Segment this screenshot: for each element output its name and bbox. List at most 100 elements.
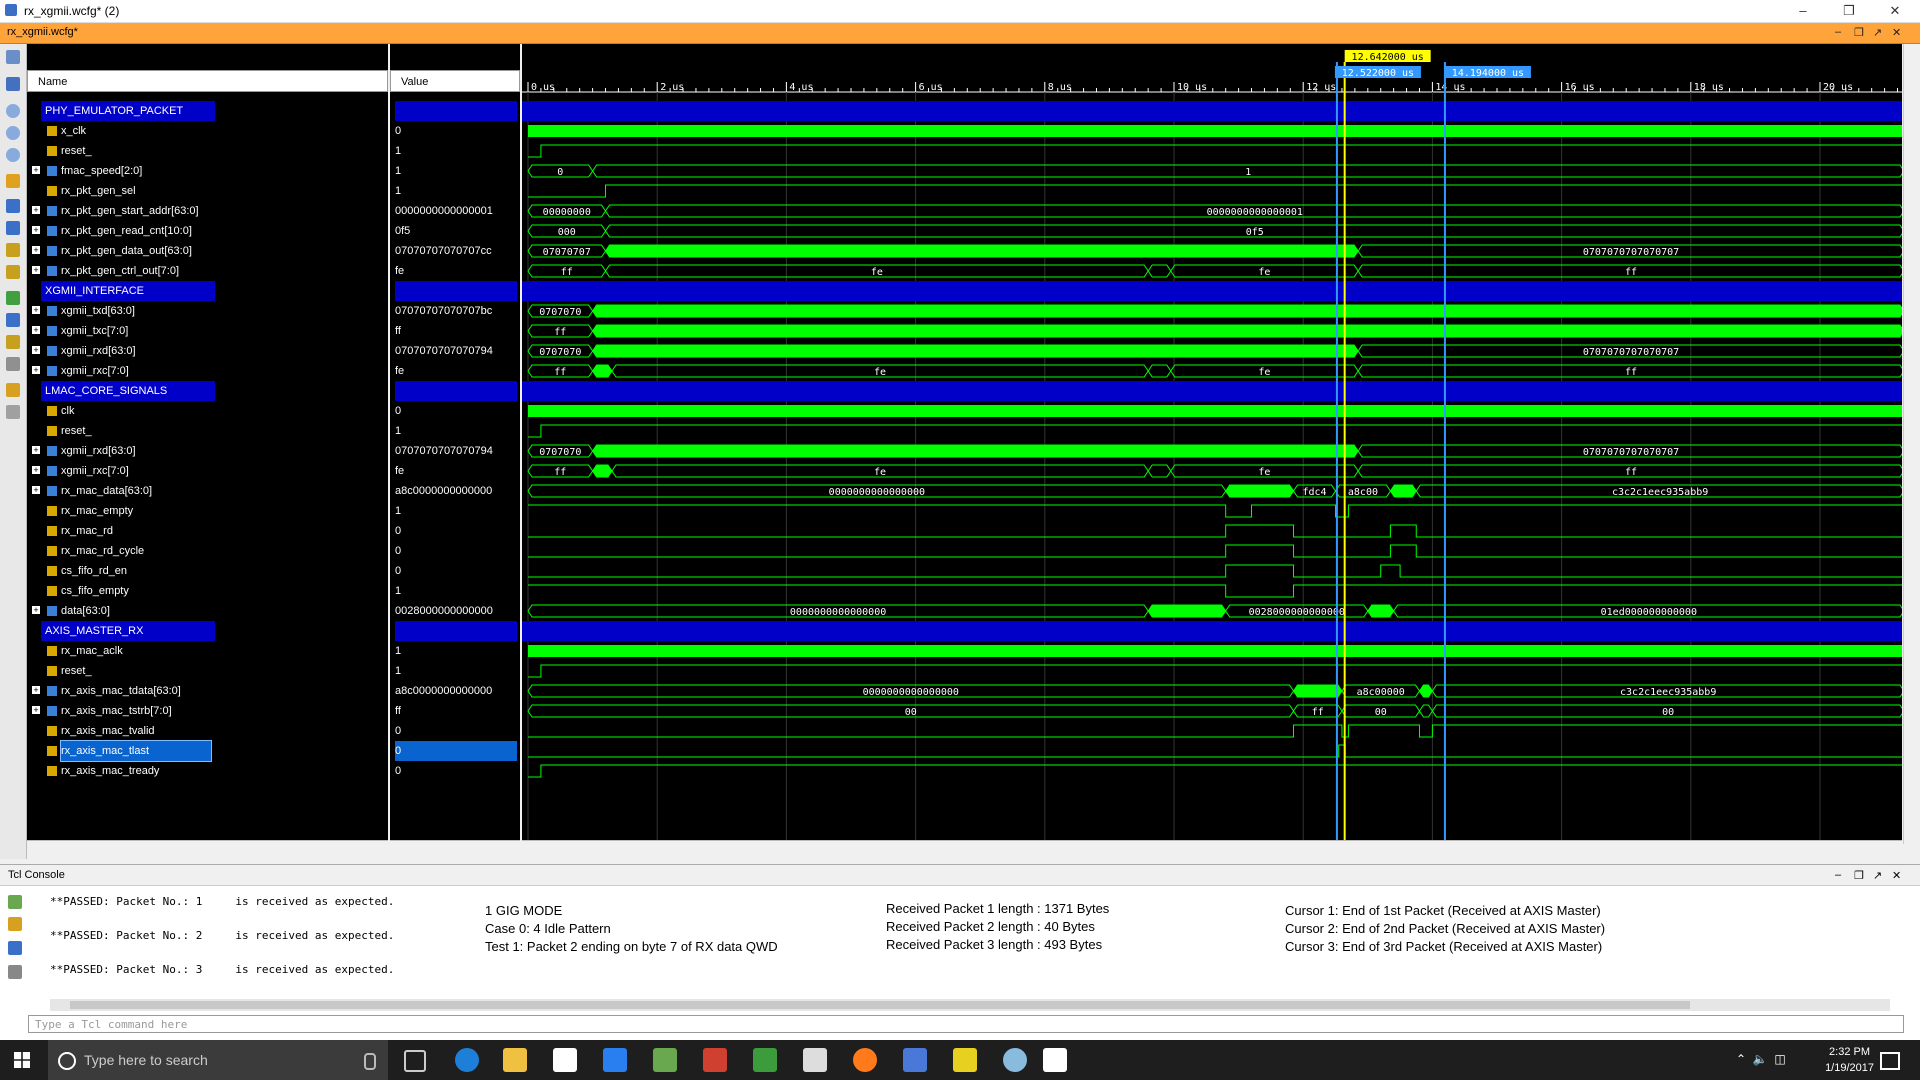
signal-group-row[interactable]: LMAC_CORE_SIGNALS xyxy=(41,381,215,401)
notifications-icon[interactable] xyxy=(1880,1052,1900,1070)
signal-row[interactable]: + xgmii_txc[7:0] xyxy=(27,321,388,341)
tcl-command-input[interactable]: Type a Tcl command here xyxy=(28,1015,1904,1033)
tripadvisor-icon[interactable] xyxy=(753,1048,777,1072)
task-view-icon[interactable] xyxy=(404,1050,426,1072)
name-panel-scrollbar[interactable] xyxy=(27,840,388,855)
signal-row[interactable]: rx_axis_mac_tlast xyxy=(27,740,388,762)
signal-row[interactable]: cs_fifo_rd_en xyxy=(27,561,388,581)
console-restore-icon[interactable]: ❐ xyxy=(1854,869,1864,882)
signal-row[interactable]: + rx_axis_mac_tstrb[7:0] xyxy=(27,701,388,721)
expand-icon[interactable]: + xyxy=(32,686,40,695)
swap-cursors-icon[interactable] xyxy=(6,357,20,371)
waveform-panel[interactable]: 0 us 2 us 4 us 6 us 8 us 10 us 12 us 14 us 16 us… xyxy=(522,44,1902,855)
console-minimize-icon[interactable]: – xyxy=(1835,869,1841,881)
expand-icon[interactable]: + xyxy=(32,206,40,215)
store-icon[interactable] xyxy=(553,1048,577,1072)
expand-icon[interactable]: + xyxy=(32,266,40,275)
signal-row[interactable]: + xgmii_rxd[63:0] xyxy=(27,441,388,461)
signal-group-row[interactable]: AXIS_MASTER_RX xyxy=(41,621,215,641)
firefox-icon[interactable] xyxy=(853,1048,877,1072)
app-icon-blue[interactable] xyxy=(903,1048,927,1072)
app-icon-green[interactable] xyxy=(653,1048,677,1072)
zoom-out-icon[interactable] xyxy=(6,126,20,140)
maximize-button[interactable]: ❐ xyxy=(1826,0,1872,22)
signal-group-row[interactable]: PHY_EMULATOR_PACKET xyxy=(41,101,215,121)
dropbox-icon[interactable] xyxy=(603,1048,627,1072)
expand-icon[interactable]: + xyxy=(32,486,40,495)
signal-row[interactable]: + data[63:0] xyxy=(27,601,388,621)
value-column-header[interactable]: Value xyxy=(390,70,520,92)
system-tray-icons[interactable]: ⌃ 🔈 ◫ xyxy=(1736,1052,1786,1066)
taskbar-clock[interactable]: 2:32 PM 1/19/2017 xyxy=(1825,1044,1874,1076)
signal-row[interactable]: rx_mac_empty xyxy=(27,501,388,521)
console-copy-icon[interactable] xyxy=(8,965,22,979)
waveform-canvas[interactable]: 0 us 2 us 4 us 6 us 8 us 10 us 12 us 14 us 16 us… xyxy=(522,44,1902,840)
signal-row[interactable]: rx_mac_aclk xyxy=(27,641,388,661)
edge-icon[interactable] xyxy=(455,1048,479,1072)
zoom-fit-icon[interactable] xyxy=(6,148,20,162)
expand-icon[interactable]: + xyxy=(32,246,40,255)
waveform-vertical-scrollbar[interactable] xyxy=(1903,44,1920,844)
expand-icon[interactable]: + xyxy=(32,326,40,335)
signal-row[interactable]: x_clk xyxy=(27,121,388,141)
expand-icon[interactable]: + xyxy=(32,466,40,475)
signal-row[interactable]: reset_ xyxy=(27,421,388,441)
marker-icon[interactable] xyxy=(6,174,20,188)
console-save-icon[interactable] xyxy=(8,895,22,909)
signal-row[interactable]: + rx_axis_mac_tdata[63:0] xyxy=(27,681,388,701)
signal-row[interactable]: rx_mac_rd_cycle xyxy=(27,541,388,561)
signal-row[interactable]: rx_axis_mac_tvalid xyxy=(27,721,388,741)
save-icon[interactable] xyxy=(6,77,20,91)
minimize-button[interactable]: – xyxy=(1780,0,1826,22)
signal-row[interactable]: + xgmii_rxd[63:0] xyxy=(27,341,388,361)
signal-row[interactable]: + rx_pkt_gen_data_out[63:0] xyxy=(27,241,388,261)
name-column-header[interactable]: Name xyxy=(27,70,388,92)
next-transition-icon[interactable] xyxy=(6,265,20,279)
signal-row[interactable]: reset_ xyxy=(27,141,388,161)
robot-icon[interactable] xyxy=(803,1048,827,1072)
console-clear-icon[interactable] xyxy=(8,917,22,931)
value-panel-scrollbar[interactable] xyxy=(390,840,520,855)
signal-row[interactable]: + rx_pkt_gen_start_addr[63:0] xyxy=(27,201,388,221)
signal-row[interactable]: cs_fifo_empty xyxy=(27,581,388,601)
signal-row[interactable]: rx_pkt_gen_sel xyxy=(27,181,388,201)
office-icon[interactable] xyxy=(703,1048,727,1072)
next-marker-icon[interactable] xyxy=(6,335,20,349)
signal-group-row[interactable]: XGMII_INTERFACE xyxy=(41,281,215,301)
close-button[interactable]: ✕ xyxy=(1872,0,1918,22)
group-icon[interactable] xyxy=(6,405,20,419)
tab-minimize-icon[interactable]: – xyxy=(1835,26,1841,38)
snap-icon[interactable] xyxy=(6,383,20,397)
signal-row[interactable]: + rx_pkt_gen_read_cnt[10:0] xyxy=(27,221,388,241)
microphone-icon[interactable] xyxy=(364,1053,376,1070)
signal-row[interactable]: + xgmii_rxc[7:0] xyxy=(27,461,388,481)
go-to-start-icon[interactable] xyxy=(6,199,20,213)
console-maximize-icon[interactable]: ↗ xyxy=(1873,869,1882,882)
tab-waveform[interactable]: rx_xgmii.wcfg* xyxy=(7,26,78,38)
console-scrollbar[interactable] xyxy=(50,999,1890,1011)
go-to-end-icon[interactable] xyxy=(6,221,20,235)
expand-icon[interactable]: + xyxy=(32,606,40,615)
vivado-icon[interactable] xyxy=(953,1048,977,1072)
previous-marker-icon[interactable] xyxy=(6,313,20,327)
fit-icon[interactable] xyxy=(6,50,20,64)
add-marker-icon[interactable] xyxy=(6,291,20,305)
waveform-scrollbar[interactable] xyxy=(522,840,1902,855)
signal-row[interactable]: reset_ xyxy=(27,661,388,681)
taskbar-search[interactable]: Type here to search xyxy=(48,1040,388,1080)
signal-row[interactable]: rx_mac_rd xyxy=(27,521,388,541)
expand-icon[interactable]: + xyxy=(32,346,40,355)
signal-row[interactable]: + xgmii_txd[63:0] xyxy=(27,301,388,321)
expand-icon[interactable]: + xyxy=(32,366,40,375)
expand-icon[interactable]: + xyxy=(32,226,40,235)
tab-close-icon[interactable]: ✕ xyxy=(1892,26,1901,39)
signal-row[interactable]: clk xyxy=(27,401,388,421)
signal-row[interactable]: + rx_pkt_gen_ctrl_out[7:0] xyxy=(27,261,388,281)
tab-maximize-icon[interactable]: ↗ xyxy=(1873,26,1882,39)
tab-restore-icon[interactable]: ❐ xyxy=(1854,26,1864,39)
console-close-icon[interactable]: ✕ xyxy=(1892,869,1901,882)
previous-transition-icon[interactable] xyxy=(6,243,20,257)
signal-row[interactable]: + fmac_speed[2:0] xyxy=(27,161,388,181)
signal-row[interactable]: + xgmii_rxc[7:0] xyxy=(27,361,388,381)
signal-row[interactable]: rx_axis_mac_tready xyxy=(27,761,388,781)
